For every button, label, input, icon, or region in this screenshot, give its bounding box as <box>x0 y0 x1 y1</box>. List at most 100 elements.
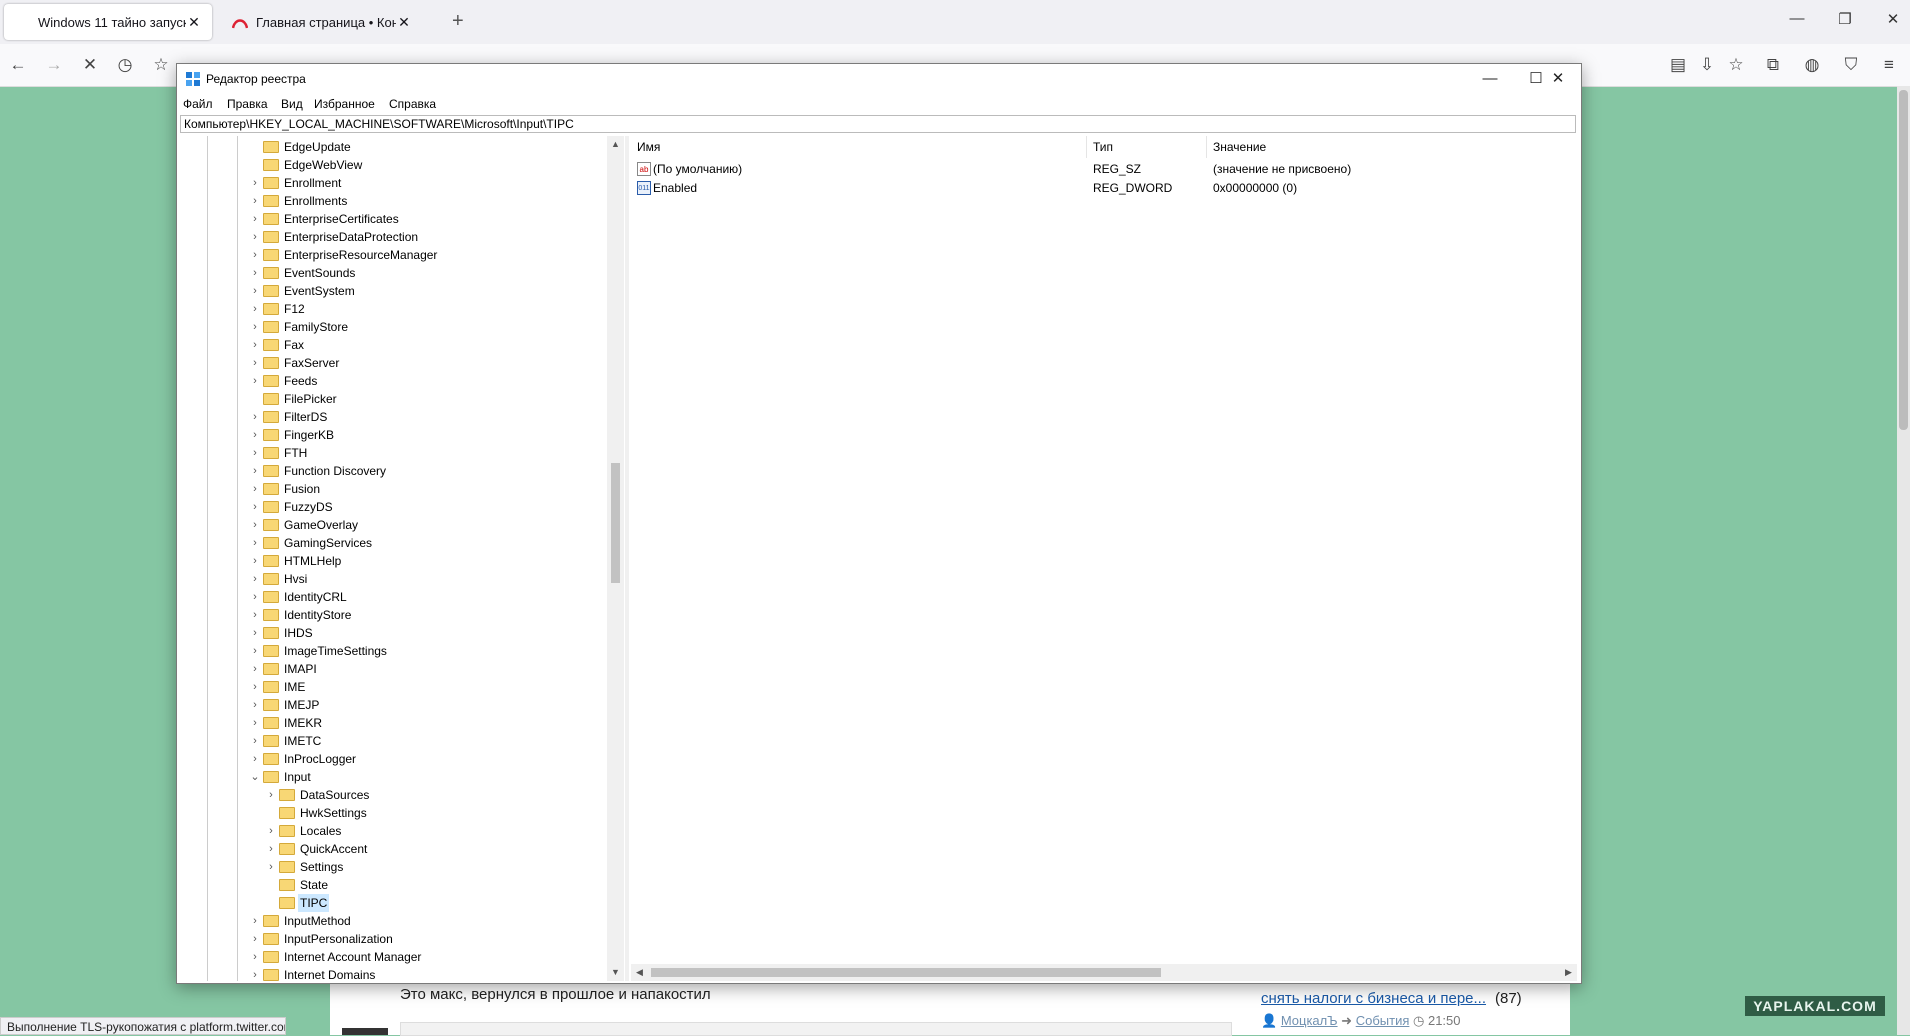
vpn-globe-icon[interactable]: ◍ <box>1799 52 1825 78</box>
chevron-right-icon[interactable]: › <box>265 822 277 840</box>
column-header-name[interactable]: Имя <box>631 136 1087 158</box>
chevron-right-icon[interactable]: › <box>249 246 261 264</box>
tree-item-function-discovery[interactable]: › Function Discovery <box>249 462 388 480</box>
chevron-right-icon[interactable]: › <box>249 174 261 192</box>
tree-item-edgewebview[interactable]: EdgeWebView <box>249 156 364 174</box>
chevron-right-icon[interactable]: › <box>249 912 261 930</box>
browser-tab-active[interactable]: Windows 11 тайно запускал ке ✕ <box>4 4 212 40</box>
tree-item-fuzzyds[interactable]: › FuzzyDS <box>249 498 335 516</box>
tree-item-filepicker[interactable]: FilePicker <box>249 390 339 408</box>
tree-item-gameoverlay[interactable]: › GameOverlay <box>249 516 360 534</box>
tree-item-identitycrl[interactable]: › IdentityCRL <box>249 588 349 606</box>
scroll-left-icon[interactable]: ◀ <box>631 964 648 981</box>
tree-item-fax[interactable]: › Fax <box>249 336 306 354</box>
tree-item-imejp[interactable]: › IMEJP <box>249 696 321 714</box>
chevron-right-icon[interactable]: › <box>249 264 261 282</box>
tree-item-familystore[interactable]: › FamilyStore <box>249 318 350 336</box>
list-item[interactable]: 011 Enabled REG_DWORD 0x00000000 (0) <box>631 179 1571 197</box>
tree-item-inputmethod[interactable]: › InputMethod <box>249 912 353 930</box>
tree-item-htmlhelp[interactable]: › HTMLHelp <box>249 552 343 570</box>
tree-item-identitystore[interactable]: › IdentityStore <box>249 606 353 624</box>
column-header-value[interactable]: Значение <box>1207 136 1567 158</box>
chevron-right-icon[interactable]: › <box>249 444 261 462</box>
chevron-right-icon[interactable]: › <box>249 750 261 768</box>
tree-item-hwksettings[interactable]: HwkSettings <box>265 804 369 822</box>
tree-item-settings[interactable]: › Settings <box>265 858 345 876</box>
chevron-right-icon[interactable]: › <box>249 192 261 210</box>
forward-arrow-icon[interactable]: → <box>41 52 67 78</box>
tree-item-imetc[interactable]: › IMETC <box>249 732 323 750</box>
chevron-right-icon[interactable]: › <box>249 570 261 588</box>
scroll-up-icon[interactable]: ▲ <box>607 136 624 153</box>
chevron-right-icon[interactable]: › <box>249 516 261 534</box>
chevron-right-icon[interactable]: › <box>265 840 277 858</box>
minimize-window-button[interactable]: — <box>1782 10 1812 27</box>
history-clock-icon[interactable]: ◷ <box>112 52 138 78</box>
chevron-right-icon[interactable]: › <box>249 354 261 372</box>
chevron-right-icon[interactable]: › <box>249 732 261 750</box>
tree-vertical-scrollbar[interactable]: ▲ ▼ <box>607 136 624 981</box>
scroll-down-icon[interactable]: ▼ <box>607 964 624 981</box>
chevron-down-icon[interactable]: ⌄ <box>249 768 261 786</box>
list-scrollbar-thumb[interactable] <box>651 968 1161 977</box>
tree-item-gamingservices[interactable]: › GamingServices <box>249 534 374 552</box>
tree-item-enterprisedataprotection[interactable]: › EnterpriseDataProtection <box>249 228 420 246</box>
downloads-icon[interactable]: ⇩ <box>1694 52 1720 78</box>
tree-item-internet-account-manager[interactable]: › Internet Account Manager <box>249 948 423 966</box>
chevron-right-icon[interactable]: › <box>249 408 261 426</box>
list-item[interactable]: ab (По умолчанию) REG_SZ (значение не пр… <box>631 160 1571 178</box>
menu-hamburger-icon[interactable]: ≡ <box>1876 52 1902 78</box>
star-icon[interactable]: ☆ <box>1723 52 1749 78</box>
chevron-right-icon[interactable]: › <box>249 552 261 570</box>
news-link[interactable]: снять налоги с бизнеса и пере... <box>1261 990 1486 1007</box>
stop-loading-icon[interactable]: ✕ <box>77 52 103 78</box>
chevron-right-icon[interactable]: › <box>249 462 261 480</box>
chevron-right-icon[interactable]: › <box>249 480 261 498</box>
chevron-right-icon[interactable]: › <box>249 300 261 318</box>
chevron-right-icon[interactable]: › <box>249 624 261 642</box>
chevron-right-icon[interactable]: › <box>249 534 261 552</box>
pane-splitter[interactable] <box>625 136 629 981</box>
list-horizontal-scrollbar[interactable]: ◀ ▶ <box>631 964 1577 981</box>
window-titlebar[interactable]: Редактор реестра — ☐ ✕ <box>177 64 1581 94</box>
tree-item-datasources[interactable]: › DataSources <box>265 786 371 804</box>
tree-item-fingerkb[interactable]: › FingerKB <box>249 426 336 444</box>
restore-window-button[interactable]: ❐ <box>1830 10 1860 28</box>
tree-item-internet-domains[interactable]: › Internet Domains <box>249 966 377 981</box>
section-link[interactable]: События <box>1356 1013 1410 1028</box>
chevron-right-icon[interactable]: › <box>265 858 277 876</box>
tree-item-hvsi[interactable]: › Hvsi <box>249 570 309 588</box>
extensions-puzzle-icon[interactable]: ⧉ <box>1760 52 1786 78</box>
chevron-right-icon[interactable]: › <box>249 930 261 948</box>
tree-item-locales[interactable]: › Locales <box>265 822 343 840</box>
tree-item-inproclogger[interactable]: › InProcLogger <box>249 750 358 768</box>
tree-item-fusion[interactable]: › Fusion <box>249 480 322 498</box>
page-scrollbar[interactable] <box>1897 86 1910 1035</box>
chevron-right-icon[interactable]: › <box>249 606 261 624</box>
ublock-shield-icon[interactable]: ⛉ <box>1838 52 1864 78</box>
reader-view-icon[interactable]: ▤ <box>1665 52 1691 78</box>
tree-item-imapi[interactable]: › IMAPI <box>249 660 319 678</box>
chevron-right-icon[interactable]: › <box>249 642 261 660</box>
tree-item-state[interactable]: State <box>265 876 330 894</box>
chevron-right-icon[interactable]: › <box>249 660 261 678</box>
author-link[interactable]: МоцкалЪ <box>1281 1013 1338 1028</box>
chevron-right-icon[interactable]: › <box>249 372 261 390</box>
chevron-right-icon[interactable]: › <box>249 498 261 516</box>
address-bar[interactable]: Компьютер\HKEY_LOCAL_MACHINE\SOFTWARE\Mi… <box>180 115 1576 133</box>
chevron-right-icon[interactable]: › <box>249 588 261 606</box>
tree-item-feeds[interactable]: › Feeds <box>249 372 319 390</box>
bookmark-star-icon[interactable]: ☆ <box>148 52 174 78</box>
chevron-right-icon[interactable]: › <box>249 678 261 696</box>
close-button[interactable]: ✕ <box>1535 64 1581 94</box>
tree-scrollbar-thumb[interactable] <box>611 463 620 583</box>
chevron-right-icon[interactable]: › <box>249 714 261 732</box>
chevron-right-icon[interactable]: › <box>249 228 261 246</box>
tree-item-ime[interactable]: › IME <box>249 678 307 696</box>
menu-file[interactable]: Файл <box>183 97 213 111</box>
tree-item-eventsounds[interactable]: › EventSounds <box>249 264 357 282</box>
close-window-button[interactable]: ✕ <box>1878 10 1908 28</box>
close-tab-icon[interactable]: ✕ <box>396 14 412 31</box>
comment-input-box[interactable] <box>400 1022 1232 1036</box>
tree-item-filterds[interactable]: › FilterDS <box>249 408 329 426</box>
